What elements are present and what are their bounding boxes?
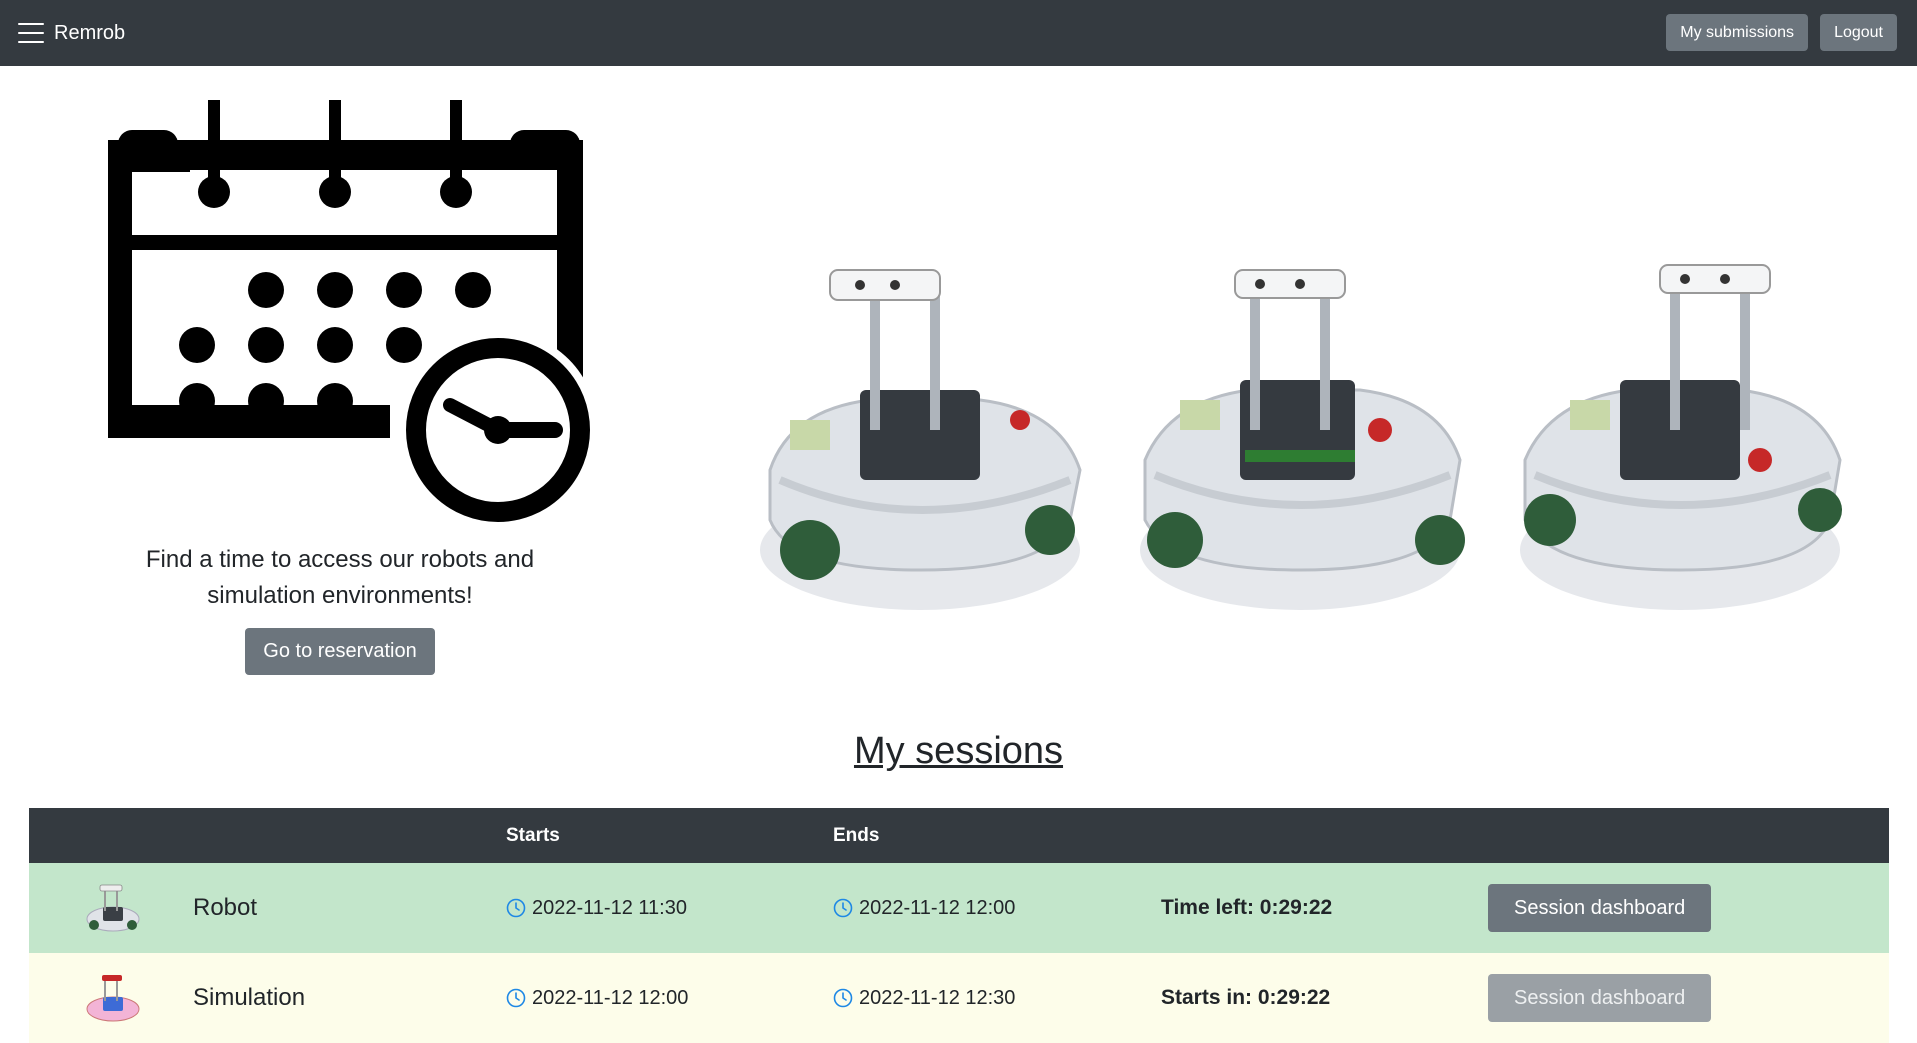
robot-image (760, 269, 1082, 610)
clock-icon (506, 988, 526, 1008)
clock-icon (833, 898, 853, 918)
table-row: Simulation 2022-11-12 12:00 2022-11-12 1… (29, 953, 1889, 1043)
simulation-thumbnail-icon (86, 975, 140, 1022)
session-action: Session dashboard (1488, 974, 1849, 1022)
session-end: 2022-11-12 12:00 (833, 897, 1161, 920)
navbar: Remrob My submissions Logout (0, 0, 1917, 66)
start-time: 2022-11-12 12:00 (532, 986, 689, 1009)
row-thumbnail (29, 969, 193, 1027)
time-status: Time left: 0:29:22 (1161, 896, 1333, 919)
session-start: 2022-11-12 12:00 (506, 987, 833, 1010)
session-start: 2022-11-12 11:30 (506, 897, 833, 920)
table-header: Starts Ends (29, 808, 1889, 863)
clock-icon (506, 898, 526, 918)
session-action: Session dashboard (1488, 884, 1849, 932)
robot-image (1520, 264, 1842, 610)
brand-name[interactable]: Remrob (54, 22, 125, 45)
my-submissions-button[interactable]: My submissions (1666, 14, 1809, 51)
session-dashboard-button[interactable]: Session dashboard (1488, 974, 1712, 1022)
row-thumbnail (29, 879, 193, 937)
start-time: 2022-11-12 11:30 (532, 896, 687, 919)
table-row: Robot 2022-11-12 11:30 2022-11-12 12:00 … (29, 863, 1889, 953)
session-name: Robot (193, 894, 258, 921)
hero-description: Find a time to access our robots and sim… (145, 546, 535, 609)
go-to-reservation-button[interactable]: Go to reservation (245, 628, 435, 675)
nav-actions: My submissions Logout (1666, 14, 1897, 51)
header-ends: Ends (833, 824, 880, 846)
logout-button[interactable]: Logout (1820, 14, 1897, 51)
session-dashboard-button[interactable]: Session dashboard (1488, 884, 1712, 932)
header-starts: Starts (506, 824, 560, 846)
reservation-hero: Find a time to access our robots and sim… (90, 100, 590, 675)
robot-image (1140, 269, 1465, 610)
session-end: 2022-11-12 12:30 (833, 987, 1161, 1010)
clock-icon (833, 988, 853, 1008)
end-time: 2022-11-12 12:00 (859, 896, 1016, 919)
robot-gallery (750, 250, 1850, 610)
robot-thumbnail-icon (86, 884, 140, 932)
sessions-title: My sessions (853, 730, 1064, 772)
hamburger-icon[interactable] (18, 23, 44, 43)
end-time: 2022-11-12 12:30 (859, 986, 1016, 1009)
time-status: Starts in: 0:29:22 (1161, 986, 1331, 1009)
calendar-clock-icon (108, 100, 590, 530)
